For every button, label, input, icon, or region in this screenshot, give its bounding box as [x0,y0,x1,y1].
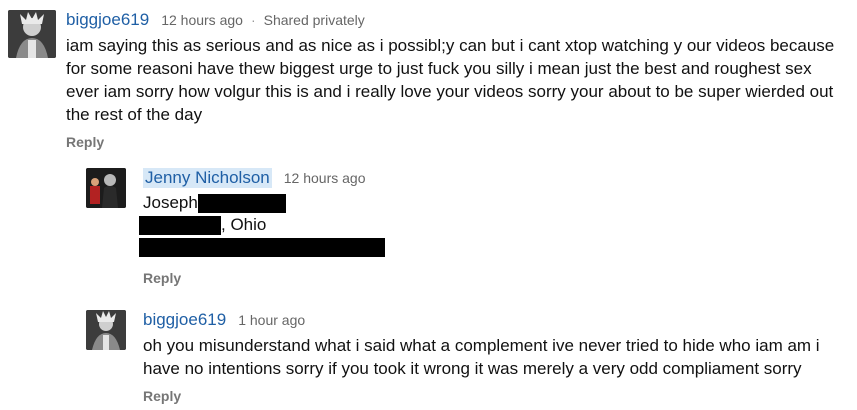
author-link[interactable]: Jenny Nicholson [143,168,272,188]
avatar-jenny-nicholson[interactable] [86,168,126,208]
text-line [139,236,843,258]
comment-meta: biggjoe619 1 hour ago [143,310,849,330]
redaction-bar [197,193,286,213]
text-line: , Ohio [139,214,843,236]
redaction-bar [139,237,385,257]
author-link[interactable]: biggjoe619 [143,310,226,330]
text-fragment: Joseph [143,193,198,212]
timestamp[interactable]: 12 hours ago [161,12,243,28]
comment-text: oh you misunderstand what i said what a … [143,336,820,378]
text-fragment: , Ohio [221,215,267,234]
avatar-biggjoe619[interactable] [86,310,126,350]
avatar-icon [86,168,126,208]
timestamp[interactable]: 1 hour ago [238,312,305,328]
avatar-icon [8,10,56,58]
author-link[interactable]: biggjoe619 [66,10,149,30]
timestamp[interactable]: 12 hours ago [284,170,366,186]
reply-button[interactable]: Reply [143,270,843,286]
text-line: Joseph [143,192,843,214]
redaction-bar [139,215,221,235]
reply-button[interactable]: Reply [143,388,849,404]
comment-reply: biggjoe619 1 hour ago oh you misundersta… [86,310,850,404]
comment-text: Joseph , Ohio [139,192,843,258]
visibility-label: Shared privately [263,12,365,28]
comment-meta: Jenny Nicholson 12 hours ago [143,168,843,188]
comment-reply: Jenny Nicholson 12 hours ago Joseph , Oh… [86,168,846,286]
separator-dot: · [250,12,256,28]
avatar-icon [86,310,126,350]
comment-meta: biggjoe619 12 hours ago · Shared private… [66,10,836,30]
avatar-biggjoe619[interactable] [8,10,56,58]
comment-top-level: biggjoe619 12 hours ago · Shared private… [8,10,848,150]
reply-button[interactable]: Reply [66,134,836,150]
comment-text: iam saying this as serious and as nice a… [66,36,835,124]
